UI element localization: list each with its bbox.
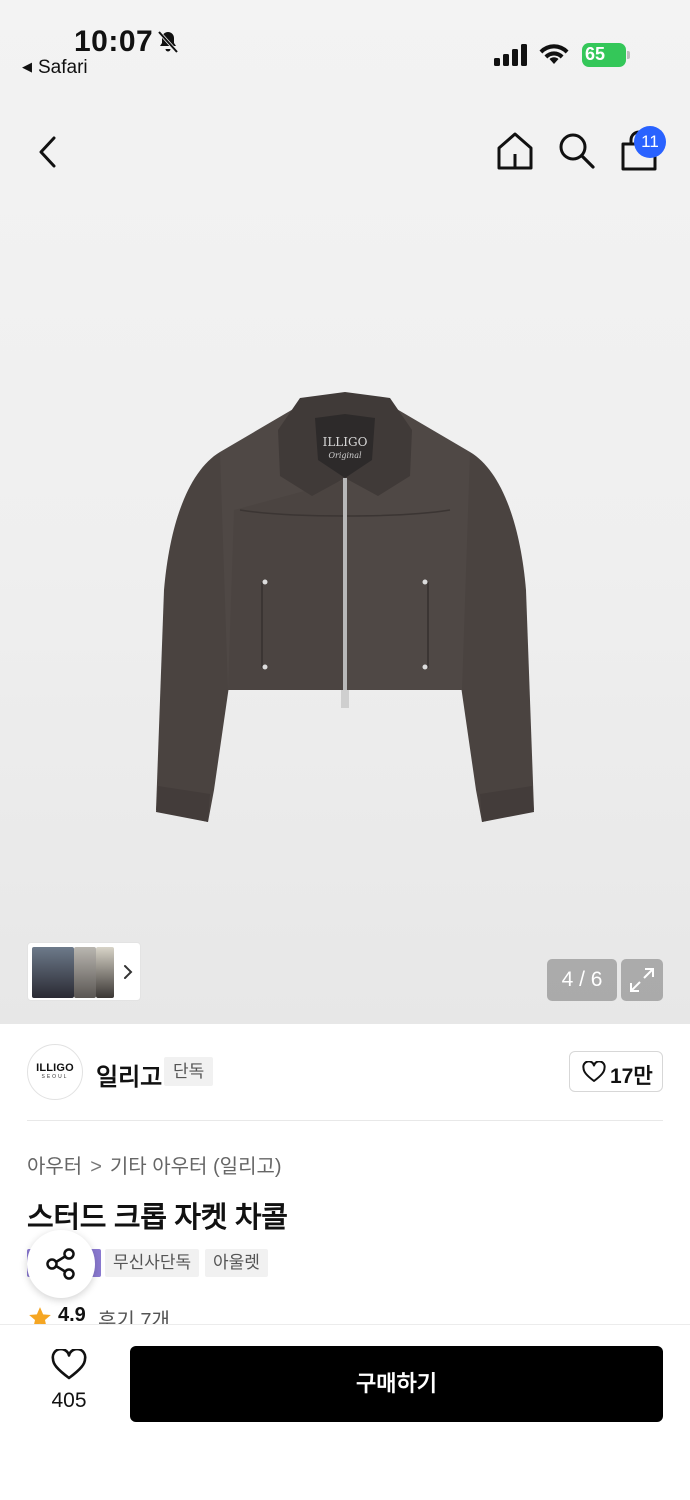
breadcrumb-item-outer[interactable]: 아우터 <box>27 1156 82 1178</box>
tag-outlet: 아울렛 <box>205 1249 268 1277</box>
home-icon[interactable] <box>494 130 536 172</box>
brand-logo[interactable]: ILLIGO SEOUL <box>27 1044 83 1100</box>
svg-text:ILLIGO: ILLIGO <box>323 435 368 449</box>
product-image-jacket: ILLIGO Original <box>156 392 534 822</box>
divider <box>27 1120 663 1121</box>
expand-button[interactable] <box>621 959 663 1001</box>
back-chevron-icon[interactable] <box>30 130 70 174</box>
brand-exclusive-tag: 단독 <box>164 1057 214 1086</box>
thumbnail-1[interactable] <box>32 947 74 998</box>
share-icon <box>46 1248 75 1280</box>
breadcrumb-item-category[interactable]: 기타 아우터 (일리고) <box>110 1156 282 1178</box>
wishlist-count: 405 <box>51 1389 87 1412</box>
image-counter: 4 / 6 <box>547 959 617 1001</box>
cart-count-badge: 11 <box>634 126 666 158</box>
search-icon[interactable] <box>556 130 598 172</box>
status-time: 10:07 <box>74 25 154 58</box>
tag-musinsa-exclusive: 무신사단독 <box>105 1249 200 1277</box>
svg-text:Original: Original <box>328 451 362 460</box>
cellular-signal-icon <box>494 44 527 66</box>
thumbnail-3[interactable] <box>96 947 114 998</box>
star-icon <box>29 1307 51 1326</box>
brand-row[interactable]: ILLIGO SEOUL 일리고 단독 17만 <box>0 1024 690 1122</box>
brand-name[interactable]: 일리고 <box>96 1057 162 1092</box>
buy-button[interactable]: 구매하기 <box>130 1346 663 1422</box>
thumbnail-2[interactable] <box>74 947 96 998</box>
brand-like-count: 17만 <box>610 1065 653 1088</box>
breadcrumb: 아우터 > 기타 아우터 (일리고) <box>27 1150 282 1179</box>
chevron-right-icon[interactable] <box>120 960 136 984</box>
thumbnail-strip[interactable] <box>27 942 141 1001</box>
battery-indicator: 65 <box>582 43 630 67</box>
breadcrumb-separator-icon: > <box>90 1156 102 1178</box>
rating-row[interactable]: 4.9 후기 7개 <box>27 1304 327 1326</box>
share-button[interactable] <box>27 1230 95 1298</box>
rating-score: 4.9 <box>58 1304 86 1326</box>
brand-logo-subtext: SEOUL <box>41 1074 69 1080</box>
battery-level: 65 <box>585 44 606 64</box>
back-triangle-icon: ◀ <box>22 59 32 74</box>
review-count-link[interactable]: 후기 7개 <box>98 1304 170 1326</box>
bottom-action-bar: 405 구매하기 <box>0 1324 690 1500</box>
status-bar: 10:07 ◀ Safari 65 <box>0 0 690 90</box>
product-gallery[interactable]: 10:07 ◀ Safari 65 11 ILLIGO Original 4 /… <box>0 0 690 1024</box>
wifi-icon <box>539 44 569 64</box>
brand-logo-text: ILLIGO <box>36 1062 74 1074</box>
wishlist-heart-icon[interactable] <box>51 1349 87 1381</box>
back-app-label: Safari <box>38 57 88 78</box>
brand-like-button[interactable]: 17만 <box>569 1051 663 1092</box>
bell-slash-icon <box>157 30 179 54</box>
heart-icon <box>582 1061 606 1082</box>
expand-icon <box>630 968 654 992</box>
back-to-safari-link[interactable]: ◀ Safari <box>22 57 88 79</box>
